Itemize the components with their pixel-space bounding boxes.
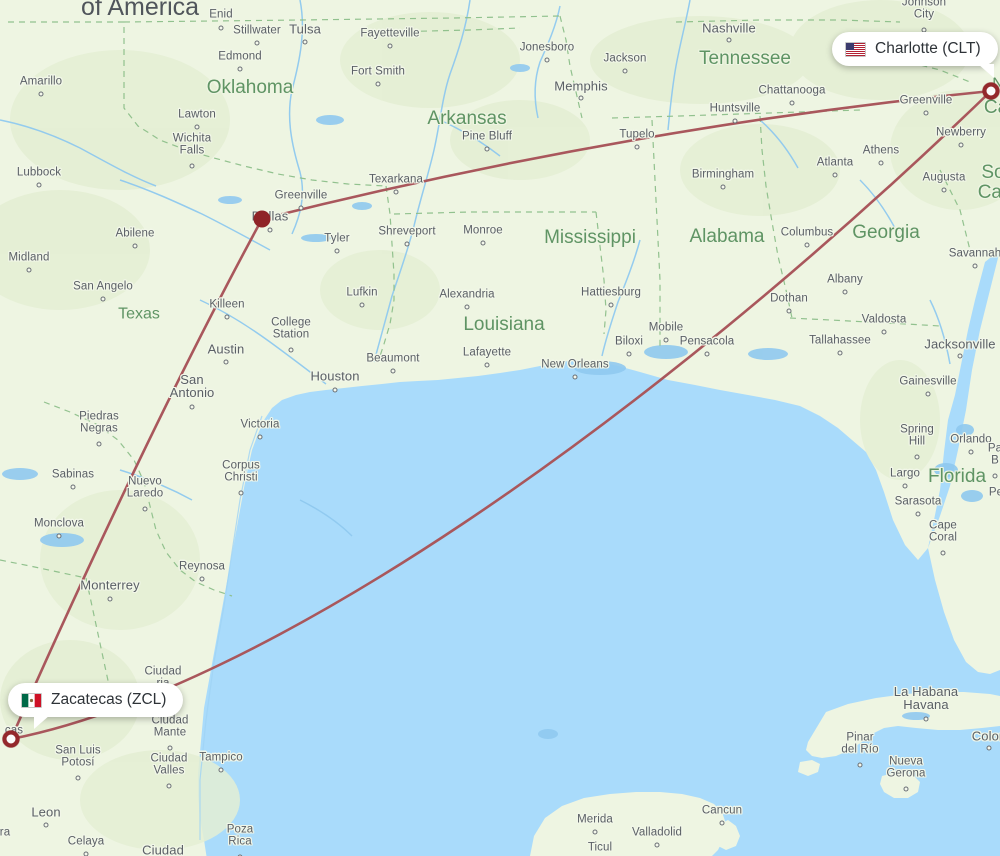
city-dot [915,511,921,517]
city-dot [288,347,294,353]
city-dot [189,404,195,410]
city-dot [36,182,42,188]
city-dot [107,596,113,602]
city-dot [914,454,920,460]
city-dot [334,248,340,254]
city-dot [654,842,660,848]
city-dot [166,783,172,789]
city-dot [237,66,243,72]
city-dot [663,337,669,343]
city-dot [257,434,263,440]
city-dot [359,302,365,308]
flight-route-paths [9,89,993,741]
city-dot [464,304,470,310]
city-dot [224,314,230,320]
flight-route-map[interactable]: of America Oklahoma Arkansas Texas Louisiana… [0,0,1000,856]
city-dot [70,484,76,490]
city-dot [26,267,32,273]
city-dot [608,302,614,308]
city-dot [393,189,399,195]
city-dot [96,441,102,447]
city-dot [223,359,229,365]
city-dot [578,95,584,101]
city-dot [903,786,909,792]
city-dot [194,124,200,130]
airport-tooltip-label: Charlotte (CLT) [875,40,981,57]
city-dot [986,745,992,751]
city-dot [925,391,931,397]
city-dot [923,110,929,116]
zacatecas-marker[interactable] [2,730,20,748]
city-dot [634,144,640,150]
city-dot [189,163,195,169]
city-dot [38,91,44,97]
city-dot [786,308,792,314]
city-dot [842,289,848,295]
city-dot [704,351,710,357]
city-dot [544,57,550,63]
city-dot [726,37,732,43]
tooltip-tail [34,715,50,729]
airport-tooltip-zcl[interactable]: Zacatecas (ZCL) [8,683,184,729]
city-dot [298,205,304,211]
city-dot [719,820,725,826]
city-dot [832,172,838,178]
city-dot [572,374,578,380]
us-flag-icon [845,41,866,57]
city-dot [626,351,632,357]
city-dot [83,851,89,856]
city-dot [375,81,381,87]
city-dot [592,829,598,835]
city-dot [100,296,106,302]
city-dot [957,353,963,359]
city-dot [881,329,887,335]
city-dot [902,483,908,489]
city-dot [199,576,205,582]
city-dot [404,241,410,247]
city-dot [218,25,224,31]
route-dfw-clt [260,89,993,221]
city-dot [390,368,396,374]
city-dot [332,387,338,393]
city-dot [923,716,929,722]
dallas-marker[interactable] [253,210,271,228]
mx-flag-icon [21,692,42,708]
charlotte-marker[interactable] [982,82,1000,100]
city-dot [958,142,964,148]
city-dot [972,263,978,269]
city-dot [804,242,810,248]
city-dot [941,187,947,193]
city-dot [837,350,843,356]
airport-tooltip-clt[interactable]: Charlotte (CLT) [832,32,998,78]
city-dot [720,184,726,190]
city-dot [75,775,81,781]
city-dot [238,490,244,496]
city-dot [218,767,224,773]
city-dot [387,43,393,49]
city-dot [267,227,273,233]
city-dot [732,118,738,124]
route-zcl-clt-direct [9,89,993,741]
airport-tooltip-label: Zacatecas (ZCL) [51,691,167,708]
city-dot [484,362,490,368]
city-dot [302,39,308,45]
city-dot [167,745,173,751]
city-dot [254,40,260,46]
tooltip-tail [977,64,994,78]
city-dot [56,533,62,539]
city-dot [480,240,486,246]
city-dot [968,449,974,455]
city-dot [43,822,49,828]
city-dot [132,243,138,249]
route-zcl-dfw-clt [9,217,264,741]
city-dot [857,762,863,768]
city-dot [878,160,884,166]
city-dot [789,100,795,106]
city-dot [992,473,998,479]
city-dot [484,146,490,152]
city-dot [940,550,946,556]
city-dot [622,68,628,74]
city-dot [142,506,148,512]
